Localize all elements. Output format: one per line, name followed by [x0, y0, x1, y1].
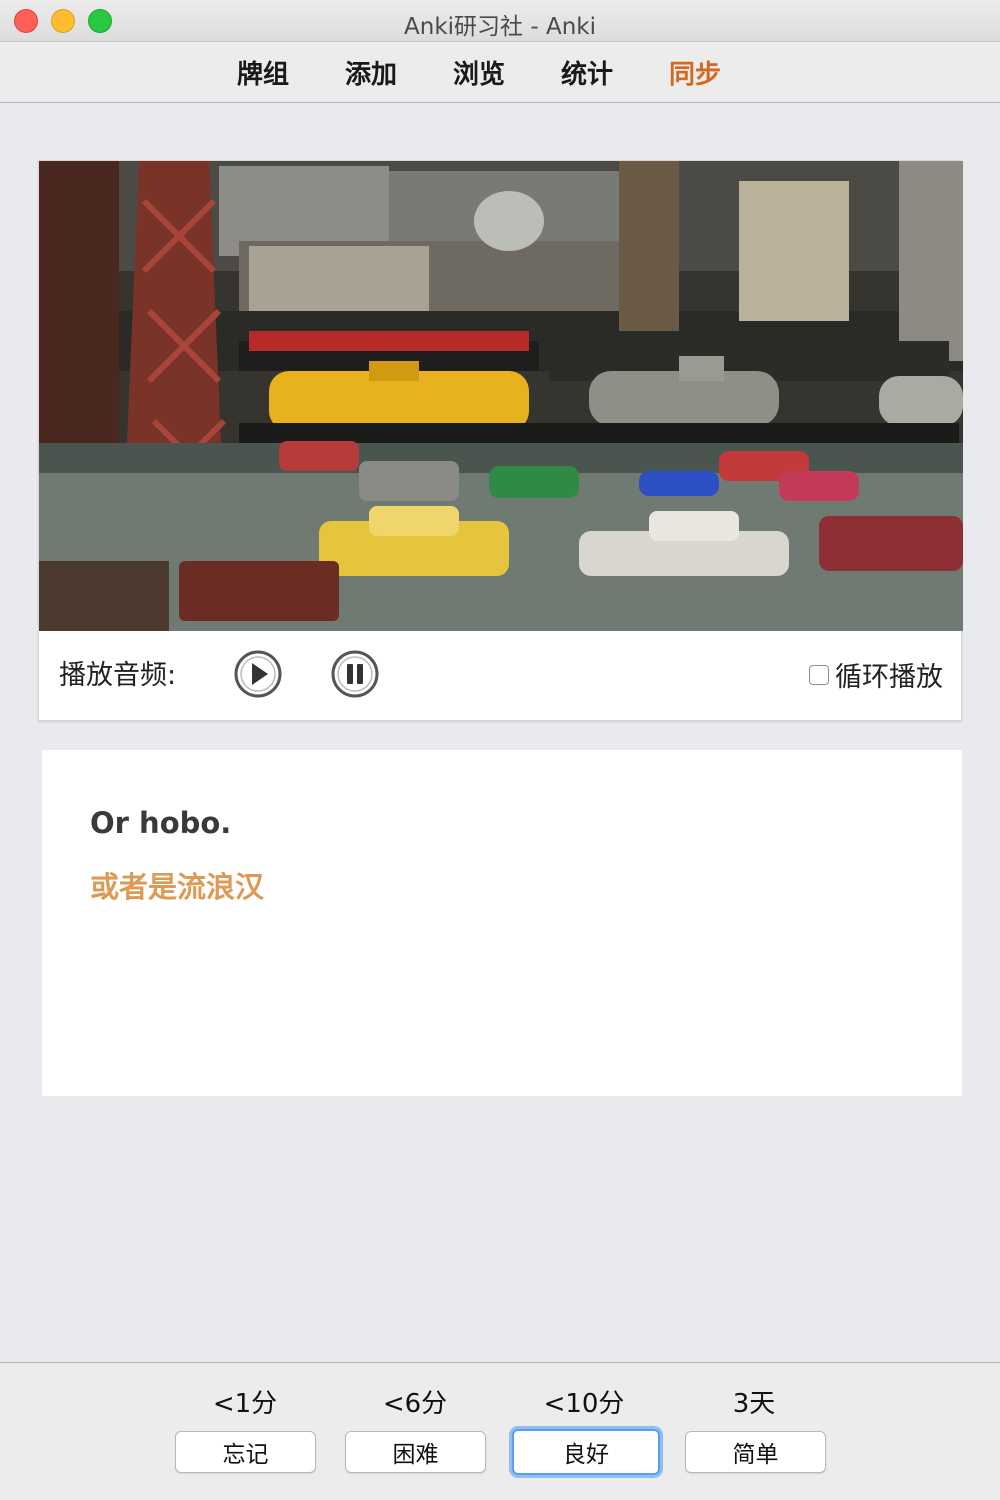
again-button[interactable]: 忘记: [175, 1431, 316, 1473]
card-answer-area: Or hobo. 或者是流浪汉: [42, 750, 962, 1096]
toolbar-browse-link[interactable]: 浏览: [453, 54, 505, 91]
chinese-translation: 或者是流浪汉: [90, 870, 265, 904]
title-bar: Anki研习社 - Anki: [0, 0, 1000, 42]
play-circle-icon: [234, 650, 282, 698]
toolbar-decks-link[interactable]: 牌组: [237, 54, 289, 91]
media-card: 播放音频: 循环播放: [38, 160, 963, 722]
audio-controls: 播放音频: 循环播放: [39, 631, 963, 722]
loop-label: 循环播放: [835, 662, 943, 693]
toolbar-add-link[interactable]: 添加: [345, 54, 397, 91]
interval-hard: <6分: [382, 1389, 448, 1419]
hard-button[interactable]: 困难: [345, 1431, 486, 1473]
interval-good: <10分: [543, 1389, 625, 1419]
loop-checkbox[interactable]: [809, 664, 829, 685]
main-toolbar: 牌组 添加 浏览 统计 同步: [0, 42, 1000, 103]
english-sentence: Or hobo.: [90, 806, 232, 840]
window-title: Anki研习社 - Anki: [404, 14, 596, 40]
easy-button[interactable]: 简单: [685, 1431, 826, 1473]
toolbar-stats-link[interactable]: 统计: [561, 54, 613, 91]
answer-bar: <1分 <6分 <10分 3天 忘记 困难 良好 简单: [0, 1362, 1000, 1500]
audio-label: 播放音频:: [59, 660, 177, 691]
interval-again: <1分: [212, 1389, 278, 1419]
toolbar-sync-link[interactable]: 同步: [669, 54, 721, 91]
pause-circle-icon: [331, 650, 379, 698]
interval-easy: 3天: [732, 1389, 776, 1419]
video-still-image: [39, 161, 963, 631]
play-audio-button[interactable]: [233, 649, 283, 699]
pause-audio-button[interactable]: [330, 649, 380, 699]
video-frame[interactable]: [39, 161, 963, 631]
good-button[interactable]: 良好: [512, 1429, 660, 1475]
loop-playback-toggle[interactable]: 循环播放: [809, 655, 943, 694]
